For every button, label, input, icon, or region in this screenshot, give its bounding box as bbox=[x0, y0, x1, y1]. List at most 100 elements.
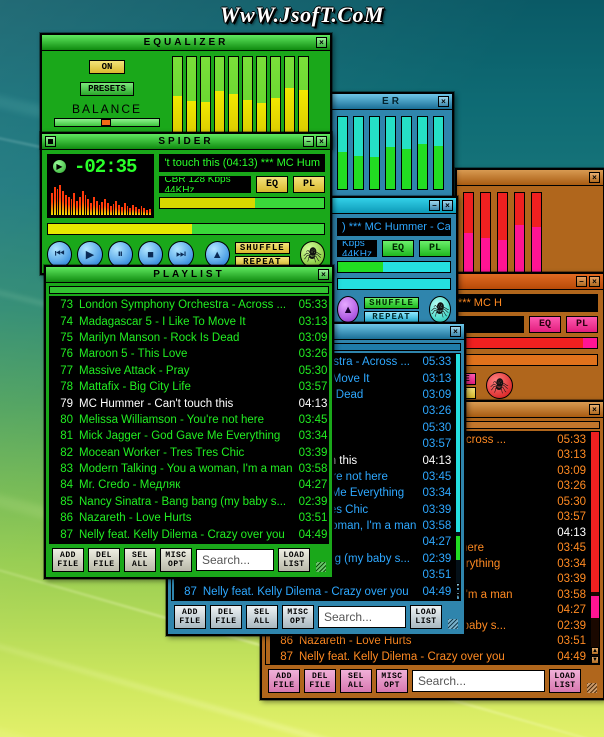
eject-button[interactable]: ▲ bbox=[204, 241, 230, 268]
eq-band-slider[interactable] bbox=[284, 56, 295, 140]
playlist-toolbar[interactable]: ADD FILE DEL FILE SEL ALL MISC OPT Search...… bbox=[49, 544, 329, 574]
table-row[interactable]: 81 Mick Jagger - God Gave Me Everything 03… bbox=[50, 428, 328, 444]
table-row[interactable]: 75 Marilyn Manson - Rock Is Dead 03:09 bbox=[50, 330, 328, 346]
table-row[interactable]: 87 Nelly feat. Kelly Dilema - Crazy over … bbox=[174, 583, 455, 599]
eq-band-slider[interactable] bbox=[172, 56, 183, 140]
eq-toggle-button[interactable]: EQ bbox=[529, 316, 561, 333]
eject-button[interactable]: ▲ bbox=[337, 296, 360, 323]
eq-on-button[interactable]: ON bbox=[88, 60, 126, 74]
add-file-button[interactable]: ADD FILE bbox=[52, 548, 84, 572]
add-file-button[interactable]: ADD FILE bbox=[174, 605, 206, 629]
close-icon[interactable]: × bbox=[316, 37, 327, 48]
eq-band-slider[interactable] bbox=[242, 56, 253, 140]
eq-toggle-button[interactable]: EQ bbox=[382, 240, 414, 257]
table-row[interactable]: 79 MC Hummer - Can't touch this 04:13 bbox=[50, 395, 328, 411]
playlist-toggle-button[interactable]: PL bbox=[419, 240, 451, 257]
eq-toggle-button[interactable]: EQ bbox=[256, 176, 288, 193]
eq-presets-button[interactable]: PRESETS bbox=[80, 82, 134, 96]
table-row[interactable]: 84 Mr. Credo - Медляк 04:27 bbox=[50, 477, 328, 493]
shuffle-button[interactable]: SHUFFLE bbox=[234, 241, 290, 254]
eq-band-slider[interactable] bbox=[270, 56, 281, 140]
minimize-icon[interactable]: – bbox=[303, 136, 314, 147]
stop-button[interactable]: ■ bbox=[137, 241, 164, 268]
table-row[interactable]: 77 Massive Attack - Pray 05:30 bbox=[50, 363, 328, 379]
sel-all-button[interactable]: SEL ALL bbox=[246, 605, 278, 629]
close-icon[interactable]: × bbox=[316, 136, 327, 147]
volume-slider[interactable] bbox=[337, 261, 451, 273]
close-icon[interactable]: × bbox=[438, 96, 449, 107]
load-list-button[interactable]: LOAD LIST bbox=[278, 548, 310, 572]
search-input[interactable]: Search... bbox=[196, 549, 274, 571]
repeat-button[interactable]: REPEAT bbox=[364, 310, 419, 323]
sel-all-button[interactable]: SEL ALL bbox=[340, 669, 372, 693]
table-row[interactable]: 76 Maroon 5 - This Love 03:26 bbox=[50, 346, 328, 362]
search-input[interactable]: Search... bbox=[318, 606, 406, 628]
eq-band-slider[interactable] bbox=[228, 56, 239, 140]
eq-band-slider[interactable] bbox=[256, 56, 267, 140]
transport-controls[interactable]: ⏮ ▶ ⏸ ■ ⏭ ▲ SHUFFLE REPEAT 🕷 bbox=[47, 241, 325, 268]
search-input[interactable]: Search... bbox=[412, 670, 545, 692]
seek-slider[interactable] bbox=[47, 223, 325, 235]
table-row[interactable]: 73 London Symphony Orchestra - Across ...… bbox=[50, 297, 328, 313]
minimize-icon[interactable]: – bbox=[429, 200, 440, 211]
playlist-scrollbar[interactable]: ▲ ▼ bbox=[455, 354, 460, 600]
shuffle-button[interactable]: SHUFFLE bbox=[364, 296, 419, 309]
eq-band-slider[interactable] bbox=[186, 56, 197, 140]
close-icon[interactable]: × bbox=[442, 200, 453, 211]
resize-grip-icon[interactable] bbox=[448, 619, 458, 629]
equalizer-window-orange[interactable]: × bbox=[455, 168, 604, 286]
titlebar[interactable]: PLAYLIST × bbox=[46, 267, 332, 283]
close-icon[interactable]: × bbox=[450, 326, 461, 337]
del-file-button[interactable]: DEL FILE bbox=[210, 605, 242, 629]
sel-all-button[interactable]: SEL ALL bbox=[124, 548, 156, 572]
playlist-window-green[interactable]: PLAYLIST × 73 London Symphony Orchestra -… bbox=[44, 265, 334, 579]
system-menu-icon[interactable] bbox=[45, 136, 56, 147]
balance-knob[interactable] bbox=[100, 119, 111, 126]
misc-opt-button[interactable]: MISC OPT bbox=[282, 605, 314, 629]
eq-band-slider[interactable] bbox=[200, 56, 211, 140]
scrollbar-thumb[interactable] bbox=[591, 432, 599, 592]
resize-grip-icon[interactable] bbox=[587, 683, 597, 693]
playlist-toggle-button[interactable]: PL bbox=[566, 316, 598, 333]
close-icon[interactable]: × bbox=[589, 404, 600, 415]
playlist-entries-green[interactable]: 73 London Symphony Orchestra - Across ...… bbox=[49, 296, 329, 544]
previous-button[interactable]: ⏮ bbox=[47, 241, 73, 268]
table-row[interactable]: 87 Nelly feat. Kelly Dilema - Crazy over … bbox=[270, 649, 590, 664]
playlist-rows[interactable]: 73 London Symphony Orchestra - Across ...… bbox=[50, 297, 328, 543]
playlist-toolbar[interactable]: ADD FILE DEL FILE SEL ALL MISC OPT Search...… bbox=[265, 665, 600, 695]
misc-opt-button[interactable]: MISC OPT bbox=[376, 669, 408, 693]
minimize-icon[interactable]: – bbox=[576, 276, 587, 287]
load-list-button[interactable]: LOAD LIST bbox=[549, 669, 581, 693]
del-file-button[interactable]: DEL FILE bbox=[88, 548, 120, 572]
table-row[interactable]: 85 Nancy Sinatra - Bang bang (my baby s..… bbox=[50, 494, 328, 510]
table-row[interactable]: 82 Mocean Worker - Tres Tres Chic 03:39 bbox=[50, 445, 328, 461]
close-icon[interactable]: × bbox=[318, 269, 329, 280]
table-row[interactable]: 86 Nazareth - Love Hurts 03:51 bbox=[50, 510, 328, 526]
add-file-button[interactable]: ADD FILE bbox=[268, 669, 300, 693]
equalizer-window-blue[interactable]: ER × bbox=[330, 92, 454, 198]
titlebar[interactable]: SPIDER – × bbox=[42, 134, 330, 150]
volume-slider[interactable] bbox=[159, 197, 325, 209]
player-window-green[interactable]: SPIDER – × ▶ -02:35 't touch this (04:13… bbox=[40, 132, 332, 275]
playlist-scrollbar[interactable]: ▲ ▼ bbox=[590, 432, 599, 664]
titlebar[interactable]: × bbox=[457, 170, 603, 186]
misc-opt-button[interactable]: MISC OPT bbox=[160, 548, 192, 572]
scroll-down-icon[interactable]: ▼ bbox=[455, 592, 460, 600]
equalizer-controls[interactable]: ON PRESETS BALANCE bbox=[48, 56, 166, 140]
table-row[interactable]: 74 Madagascar 5 - I Like To Move It 03:13 bbox=[50, 313, 328, 329]
close-icon[interactable]: × bbox=[589, 172, 600, 183]
titlebar[interactable]: ER × bbox=[332, 94, 452, 110]
table-row[interactable]: 80 Melissa Williamson - You're not here 03… bbox=[50, 412, 328, 428]
visualizer-display[interactable]: ▶ -02:35 bbox=[47, 154, 155, 218]
del-file-button[interactable]: DEL FILE bbox=[304, 669, 336, 693]
pause-button[interactable]: ⏸ bbox=[107, 241, 133, 268]
playlist-toggle-button[interactable]: PL bbox=[293, 176, 325, 193]
scroll-down-icon[interactable]: ▼ bbox=[591, 656, 599, 664]
eq-band-slider[interactable] bbox=[298, 56, 309, 140]
table-row[interactable]: 83 Modern Talking - You a woman, I'm a ma… bbox=[50, 461, 328, 477]
scroll-up-icon[interactable]: ▲ bbox=[591, 647, 599, 655]
close-icon[interactable]: × bbox=[589, 276, 600, 287]
resize-grip-icon[interactable] bbox=[316, 562, 326, 572]
titlebar[interactable]: EQUALIZER × bbox=[42, 35, 330, 51]
load-list-button[interactable]: LOAD LIST bbox=[410, 605, 442, 629]
